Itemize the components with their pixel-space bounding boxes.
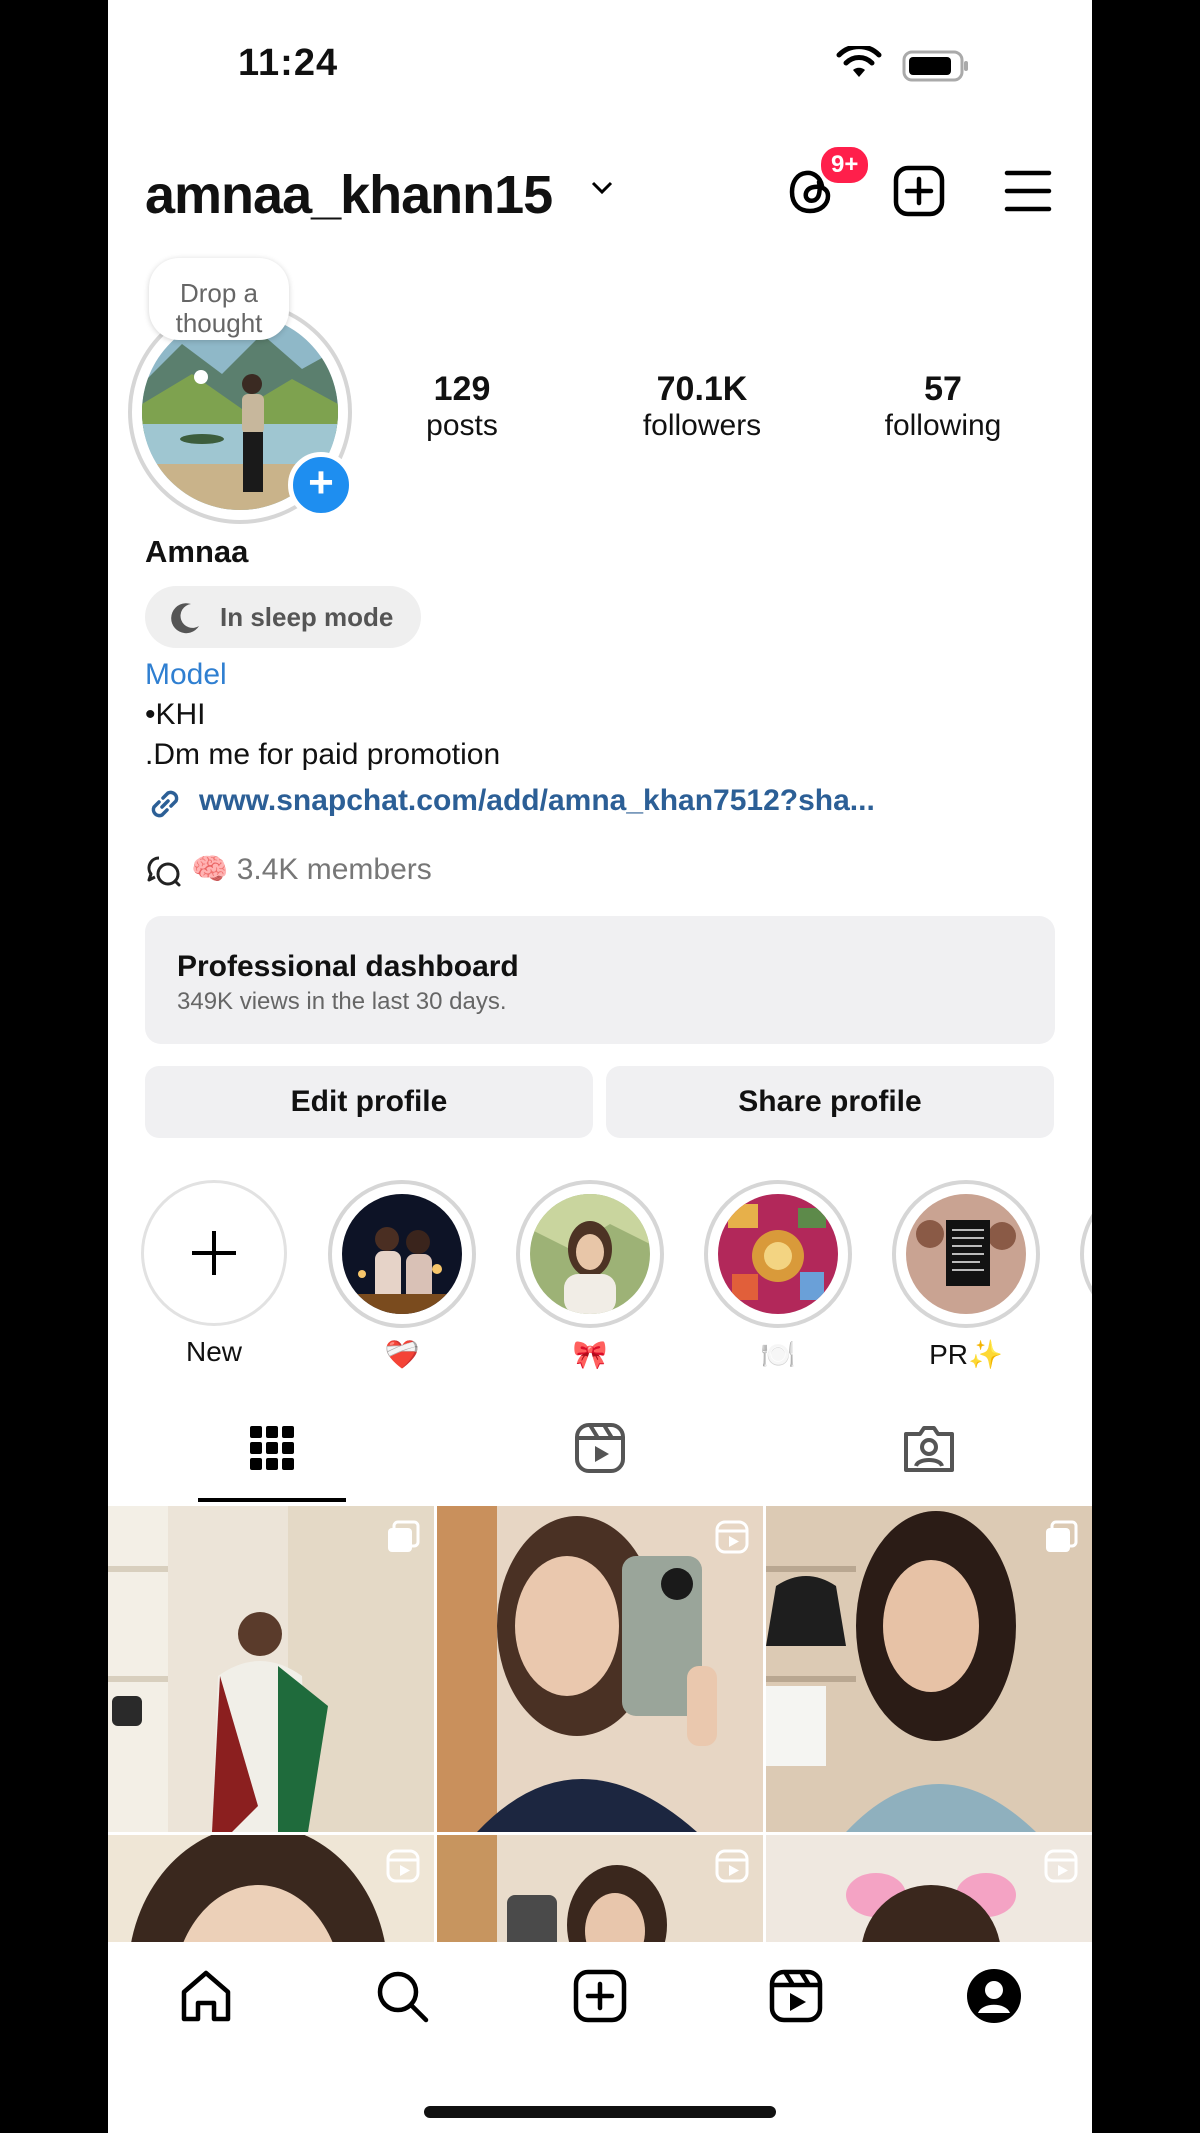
username-switcher[interactable]: amnaa_khann15 (145, 164, 553, 226)
broadcast-channel[interactable]: 🧠 3.4K members (145, 852, 432, 887)
profile-tabs (108, 1420, 1092, 1504)
highlight-cover (718, 1194, 838, 1314)
highlight-label: New (185, 1336, 242, 1367)
reel-icon (715, 1849, 749, 1883)
bio-line: .Dm me for paid promotion (145, 738, 501, 771)
channel-icon (147, 856, 181, 887)
plus-icon (192, 1231, 236, 1275)
highlight-item[interactable]: 🍽️ (704, 1180, 852, 1371)
following-stat[interactable]: 57 following (843, 370, 1043, 443)
menu-icon[interactable] (1004, 164, 1052, 218)
highlight-item[interactable]: PR✨ (892, 1180, 1040, 1371)
note-bubble-tail (194, 370, 208, 384)
highlight-label: ❤️‍🩹 (384, 1339, 420, 1370)
highlight-ring (516, 1180, 664, 1328)
status-bar: 11:24 (108, 0, 1092, 120)
grid-post[interactable] (437, 1506, 763, 1832)
highlight-item[interactable]: 🎀 (516, 1180, 664, 1371)
highlight-ring (328, 1180, 476, 1328)
followers-stat[interactable]: 70.1K followers (602, 370, 802, 443)
bio-link-text: www.snapchat.com/add/amna_khan7512?sha..… (199, 784, 875, 817)
create-post-icon[interactable] (892, 164, 946, 218)
reels-icon[interactable] (768, 1968, 824, 2024)
highlight-new[interactable]: New (140, 1180, 288, 1368)
wifi-icon (836, 46, 882, 77)
highlight-item-partial[interactable] (1080, 1180, 1092, 1328)
moon-icon (171, 603, 199, 634)
profile-header: amnaa_khann15 9+ (108, 144, 1092, 230)
sleep-mode-badge[interactable]: In sleep mode (145, 586, 421, 648)
following-label: following (884, 409, 1002, 442)
battery-icon (902, 50, 968, 82)
highlight-cover (342, 1194, 462, 1314)
profile-icon[interactable] (966, 1968, 1022, 2024)
highlight-label: 🎀 (572, 1339, 608, 1370)
reel-icon (715, 1520, 749, 1554)
carousel-icon (388, 1520, 420, 1552)
channel-emoji: 🧠 (191, 853, 229, 886)
add-story-button[interactable]: + (288, 452, 354, 518)
posts-count: 129 (433, 370, 491, 408)
note-bubble[interactable]: Drop a thought (149, 258, 289, 340)
home-indicator (424, 2106, 776, 2118)
followers-label: followers (642, 409, 762, 442)
active-tab-indicator (198, 1498, 346, 1502)
grid-post[interactable] (766, 1506, 1092, 1832)
sleep-mode-text: In sleep mode (220, 602, 394, 632)
dashboard-title: Professional dashboard (177, 950, 519, 983)
highlight-label: 🍽️ (760, 1339, 796, 1370)
search-icon[interactable] (374, 1968, 430, 2024)
reel-icon (1044, 1849, 1078, 1883)
highlight-cover (530, 1194, 650, 1314)
highlight-item[interactable]: ❤️‍🩹 (328, 1180, 476, 1371)
grid-post[interactable] (108, 1506, 434, 1832)
create-icon[interactable] (572, 1968, 628, 2024)
highlight-label: PR✨ (929, 1339, 1003, 1370)
share-profile-button[interactable]: Share profile (606, 1066, 1054, 1138)
professional-dashboard[interactable]: Professional dashboard 349K views in the… (145, 916, 1055, 1044)
reel-icon (386, 1849, 420, 1883)
edit-profile-button[interactable]: Edit profile (145, 1066, 593, 1138)
status-time: 11:24 (238, 42, 339, 84)
grid-tab-icon[interactable] (248, 1424, 296, 1472)
display-name: Amnaa (145, 534, 249, 569)
note-bubble-text: Drop a thought (175, 278, 263, 338)
link-icon (151, 790, 179, 818)
highlight-cover (906, 1194, 1026, 1314)
channel-members: 3.4K members (236, 853, 432, 886)
followers-count: 70.1K (656, 370, 748, 408)
notification-badge: 9+ (818, 144, 872, 186)
reels-tab-icon[interactable] (574, 1422, 626, 1474)
chevron-down-icon[interactable] (590, 180, 614, 196)
dashboard-subtitle: 349K views in the last 30 days. (177, 988, 507, 1015)
category-label: Model (145, 658, 227, 691)
highlight-ring (141, 1180, 287, 1326)
bio-link[interactable]: www.snapchat.com/add/amna_khan7512?sha..… (145, 784, 875, 818)
highlight-ring (892, 1180, 1040, 1328)
posts-stat[interactable]: 129 posts (362, 370, 562, 443)
following-count: 57 (924, 370, 962, 408)
highlight-ring (1080, 1180, 1092, 1328)
profile-screen: 11:24 amnaa_khann15 9+ + Drop a thought … (108, 0, 1092, 2133)
posts-label: posts (426, 409, 498, 442)
tagged-tab-icon[interactable] (902, 1422, 956, 1474)
bio-line: •KHI (145, 698, 206, 731)
bottom-nav (108, 1942, 1092, 2133)
highlight-ring (704, 1180, 852, 1328)
home-icon[interactable] (178, 1968, 234, 2024)
carousel-icon (1046, 1520, 1078, 1552)
